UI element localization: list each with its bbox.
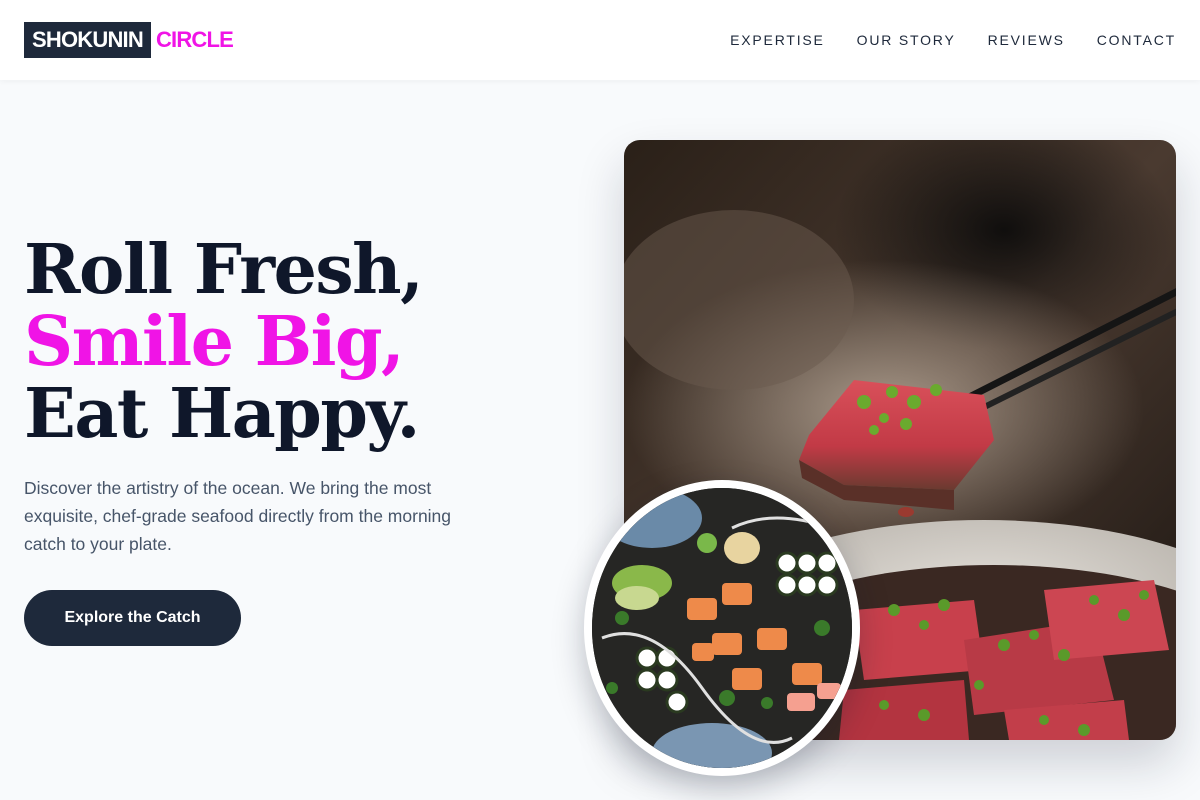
site-header: SHOKUNIN CIRCLE EXPERTISE OUR STORY REVI… xyxy=(0,0,1200,80)
nav-link-contact[interactable]: CONTACT xyxy=(1097,32,1176,48)
hero-title: Roll Fresh, Smile Big, Eat Happy. xyxy=(24,230,424,454)
brand-name: SHOKUNIN xyxy=(24,22,151,58)
hero-description: Discover the artistry of the ocean. We b… xyxy=(24,478,452,554)
nav-link-expertise[interactable]: EXPERTISE xyxy=(730,32,825,48)
nav-link-reviews[interactable]: REVIEWS xyxy=(988,32,1065,48)
sushi-platter-photo xyxy=(584,480,860,776)
brand-logo[interactable]: SHOKUNIN CIRCLE xyxy=(24,22,234,58)
explore-catch-button[interactable]: Explore the Catch xyxy=(24,590,241,646)
hero-title-line-3: Eat Happy. xyxy=(24,374,420,454)
main-nav: EXPERTISE OUR STORY REVIEWS CONTACT xyxy=(730,32,1176,48)
brand-accent: CIRCLE xyxy=(155,27,234,52)
nav-link-our-story[interactable]: OUR STORY xyxy=(857,32,956,48)
hero-title-line-1: Roll Fresh, xyxy=(24,230,424,310)
hero-title-line-2: Smile Big, xyxy=(24,302,405,382)
